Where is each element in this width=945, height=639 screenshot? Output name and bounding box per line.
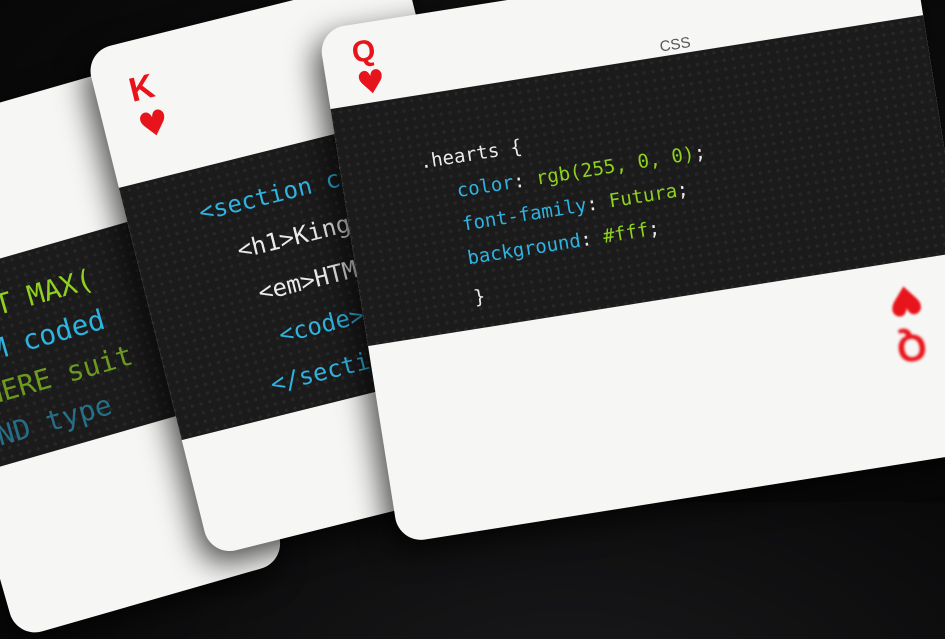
css-property: color [455,171,516,203]
close-brace: } [472,285,487,309]
card-rank-bottom: Q [893,323,930,371]
heart-icon: ♥ [134,101,174,148]
css-code-block: .hearts { color: rgb(255, 0, 0); font-fa… [417,102,725,320]
html-line-2: <h1>King [234,209,354,265]
code-band: .hearts { color: rgb(255, 0, 0); font-fa… [318,8,945,353]
css-value: Futura [607,179,679,213]
heart-icon: ♥ [884,273,927,325]
css-value: #fff [601,218,651,248]
heart-icon: ♥ [354,61,389,104]
playing-card-queen: Q ♥ CSS .hearts { color: rgb(255, 0, 0);… [318,0,945,544]
open-brace: { [508,135,524,160]
